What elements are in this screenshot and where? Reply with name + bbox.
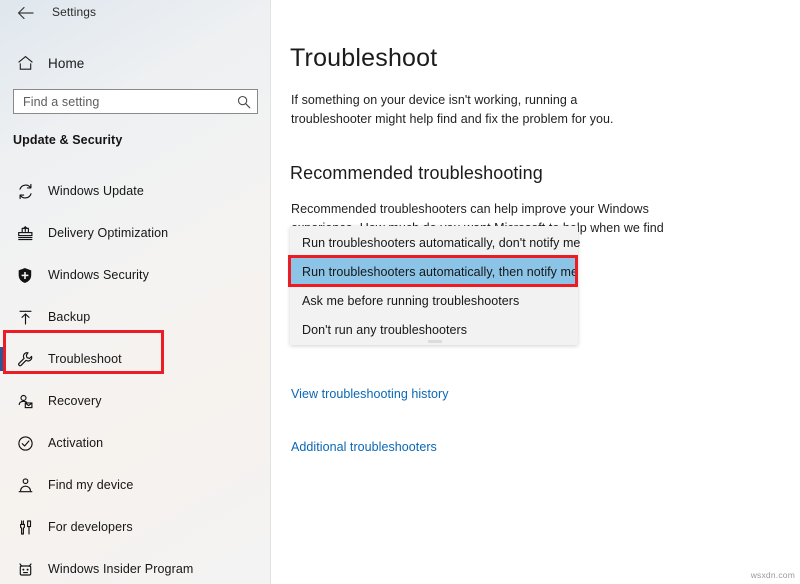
check-circle-icon bbox=[8, 435, 42, 452]
title-bar: Settings bbox=[0, 0, 271, 26]
settings-window: Settings Home Find a setting Update & Se… bbox=[0, 0, 800, 584]
dropdown-option[interactable]: Ask me before running troubleshooters bbox=[290, 286, 578, 315]
sidebar-item-windows-insider-program[interactable]: Windows Insider Program bbox=[0, 548, 271, 584]
recommended-troubleshooting-dropdown[interactable]: Run troubleshooters automatically, don't… bbox=[290, 226, 580, 345]
watermark: wsxdn.com bbox=[750, 570, 795, 580]
wrench-icon bbox=[8, 351, 42, 368]
sidebar-item-windows-update[interactable]: Windows Update bbox=[0, 170, 271, 212]
sidebar-section-title: Update & Security bbox=[13, 133, 123, 147]
link-view-troubleshooting-history[interactable]: View troubleshooting history bbox=[291, 387, 449, 401]
sidebar-item-label: Find my device bbox=[48, 478, 134, 492]
recovery-icon bbox=[8, 393, 42, 410]
sidebar-item-home-label: Home bbox=[48, 55, 85, 71]
delivery-icon bbox=[8, 225, 42, 242]
search-box[interactable]: Find a setting bbox=[13, 89, 258, 114]
tools-icon bbox=[8, 519, 42, 536]
sidebar: Settings Home Find a setting Update & Se… bbox=[0, 0, 271, 584]
shield-icon bbox=[8, 267, 42, 284]
intro-text: If something on your device isn't workin… bbox=[291, 93, 614, 126]
link-additional-troubleshooters[interactable]: Additional troubleshooters bbox=[291, 440, 437, 454]
sidebar-item-find-my-device[interactable]: Find my device bbox=[0, 464, 271, 506]
sidebar-item-label: Recovery bbox=[48, 394, 102, 408]
sidebar-item-label: Activation bbox=[48, 436, 104, 450]
home-icon bbox=[8, 55, 42, 71]
sidebar-item-label: Windows Insider Program bbox=[48, 562, 194, 576]
section-heading-recommended: Recommended troubleshooting bbox=[290, 163, 543, 183]
sidebar-item-label: For developers bbox=[48, 520, 133, 534]
insider-icon bbox=[8, 561, 42, 578]
back-arrow-icon[interactable] bbox=[14, 3, 36, 23]
sidebar-item-delivery-optimization[interactable]: Delivery Optimization bbox=[0, 212, 271, 254]
dropdown-option-selected[interactable]: Run troubleshooters automatically, then … bbox=[290, 257, 578, 286]
sidebar-item-label: Troubleshoot bbox=[48, 352, 122, 366]
page-title: Troubleshoot bbox=[290, 44, 438, 72]
sidebar-item-label: Windows Security bbox=[48, 268, 149, 282]
upload-arrow-icon bbox=[8, 309, 42, 326]
sidebar-item-label: Backup bbox=[48, 310, 91, 324]
sidebar-item-troubleshoot[interactable]: Troubleshoot bbox=[0, 338, 271, 380]
selection-indicator bbox=[0, 347, 3, 371]
sidebar-item-label: Delivery Optimization bbox=[48, 226, 169, 240]
sidebar-item-windows-security[interactable]: Windows Security bbox=[0, 254, 271, 296]
sidebar-item-backup[interactable]: Backup bbox=[0, 296, 271, 338]
app-title: Settings bbox=[52, 5, 97, 19]
sidebar-item-label: Windows Update bbox=[48, 184, 144, 198]
sidebar-item-home[interactable]: Home bbox=[8, 49, 263, 77]
locate-person-icon bbox=[8, 477, 42, 494]
search-input[interactable]: Find a setting bbox=[14, 95, 231, 109]
dropdown-scroll-indicator bbox=[428, 340, 442, 343]
sidebar-item-for-developers[interactable]: For developers bbox=[0, 506, 271, 548]
sidebar-nav-list: Windows Update Delivery Optimization Win… bbox=[0, 170, 271, 584]
sidebar-item-activation[interactable]: Activation bbox=[0, 422, 271, 464]
sidebar-item-recovery[interactable]: Recovery bbox=[0, 380, 271, 422]
dropdown-option[interactable]: Run troubleshooters automatically, don't… bbox=[290, 228, 580, 257]
search-icon[interactable] bbox=[231, 95, 257, 109]
sync-icon bbox=[8, 183, 42, 200]
